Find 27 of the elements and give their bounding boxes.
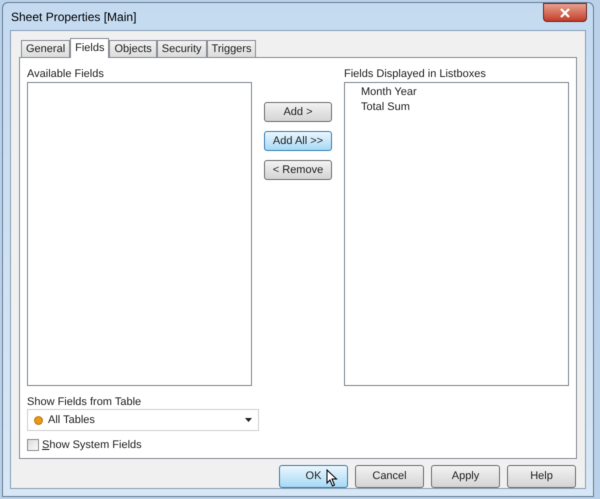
- dialog-button[interactable]: OK: [279, 465, 348, 488]
- dialog-button[interactable]: Add All >>: [264, 131, 332, 151]
- close-icon: [560, 8, 570, 18]
- close-button[interactable]: [543, 3, 587, 22]
- tab[interactable]: Security: [156, 40, 207, 57]
- list-item[interactable]: Total Sum: [361, 100, 410, 115]
- list-item[interactable]: Month Year: [361, 85, 417, 100]
- dialog-button[interactable]: Cancel: [355, 465, 424, 488]
- dialog-button[interactable]: Apply: [431, 465, 500, 488]
- dot-icon: [34, 416, 43, 424]
- field-label: Show Fields from Table: [27, 395, 142, 408]
- dialog-button[interactable]: < Remove: [264, 160, 332, 180]
- dialog-button[interactable]: Help: [507, 465, 576, 488]
- field-label: Fields Displayed in Listboxes: [344, 67, 487, 80]
- tab[interactable]: General: [21, 40, 70, 57]
- window-title: Sheet Properties [Main]: [11, 8, 136, 26]
- mouse-pointer-icon: [326, 469, 338, 487]
- tab[interactable]: Objects: [109, 40, 157, 57]
- checkbox-label: Show System Fields: [42, 438, 142, 453]
- dialog-button[interactable]: Add >: [264, 102, 332, 122]
- available-fields-list[interactable]: [27, 82, 252, 386]
- table-dropdown[interactable]: All Tables: [27, 409, 259, 431]
- tab[interactable]: Triggers: [206, 40, 256, 57]
- field-label: Available Fields: [27, 67, 105, 80]
- checkbox[interactable]: [27, 439, 39, 452]
- tab[interactable]: Fields: [70, 38, 110, 58]
- dropdown-arrow-icon: [245, 418, 252, 422]
